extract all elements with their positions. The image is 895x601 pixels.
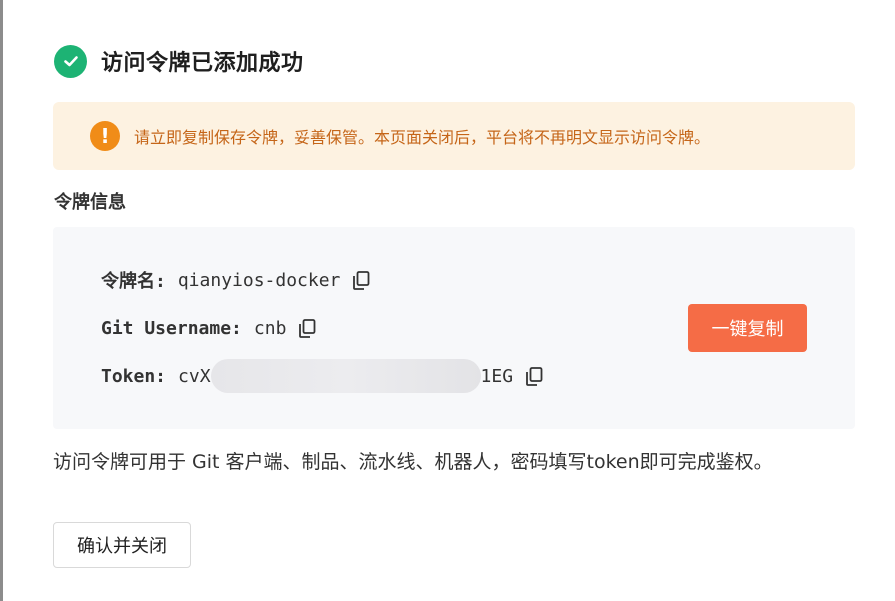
token-name-label: 令牌名:	[101, 271, 166, 292]
token-info-panel: 令牌名: qianyios-docker Git Username: cnb T…	[53, 227, 855, 429]
copy-all-button[interactable]: 一键复制	[688, 304, 807, 352]
check-circle-icon	[54, 44, 87, 78]
copy-icon[interactable]	[525, 366, 543, 386]
git-username-label: Git Username:	[101, 317, 242, 339]
token-value-suffix: 1EG	[480, 365, 514, 387]
git-username-value: cnb	[253, 317, 287, 339]
warning-text: 请立即复制保存令牌，妥善保管。本页面关闭后，平台将不再明文显示访问令牌。	[134, 128, 711, 147]
token-name-row: 令牌名: qianyios-docker	[101, 266, 370, 294]
confirm-close-button[interactable]: 确认并关闭	[53, 522, 191, 568]
usage-hint: 访问令牌可用于 Git 客户端、制品、流水线、机器人，密码填写token即可完成…	[53, 451, 773, 473]
token-label: Token:	[101, 365, 167, 387]
warning-alert: ! 请立即复制保存令牌，妥善保管。本页面关闭后，平台将不再明文显示访问令牌。	[53, 102, 855, 170]
git-username-row: Git Username: cnb	[101, 314, 316, 342]
copy-icon[interactable]	[298, 318, 316, 338]
token-created-dialog: 访问令牌已添加成功 ! 请立即复制保存令牌，妥善保管。本页面关闭后，平台将不再明…	[0, 0, 895, 601]
token-redacted-blur	[210, 359, 481, 393]
copy-icon[interactable]	[352, 270, 370, 290]
exclamation-icon: !	[90, 121, 120, 151]
token-value-prefix: cvX	[178, 365, 211, 387]
token-row: Token: cvX 1EG	[101, 359, 543, 393]
dialog-header: 访问令牌已添加成功	[54, 44, 304, 78]
window-edge	[0, 0, 3, 601]
token-info-heading: 令牌信息	[54, 192, 126, 213]
token-name-value: qianyios-docker	[177, 269, 341, 291]
dialog-title: 访问令牌已添加成功	[101, 51, 304, 76]
